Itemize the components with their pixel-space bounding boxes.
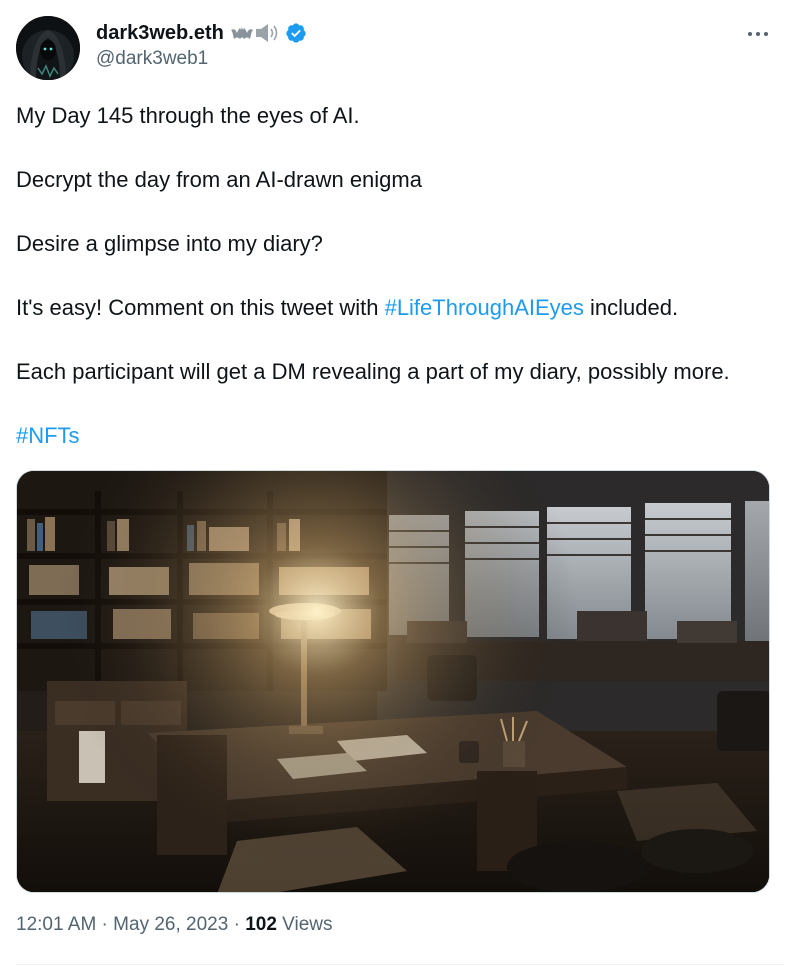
views-count: 102 (245, 914, 277, 935)
hashtag-nfts[interactable]: #NFTs (16, 423, 80, 448)
views-label: Views (276, 914, 333, 935)
display-name[interactable]: dark3web.eth (96, 22, 224, 45)
name-emoji (230, 23, 281, 43)
tweet-date[interactable]: May 26, 2023 (113, 914, 228, 935)
verified-badge-icon[interactable] (285, 22, 307, 44)
avatar[interactable] (16, 16, 80, 80)
tweet-card: dark3web.eth @dark3web1 My Day 145 throu… (0, 0, 800, 970)
tweet-image[interactable] (16, 470, 770, 893)
name-row: dark3web.eth (96, 20, 307, 46)
tweet-meta: 12:01 AM · May 26, 2023 · 102 Views (16, 914, 333, 936)
meta-separator-1: · (96, 914, 114, 935)
tweet-line-4-after: included. (583, 295, 679, 320)
tweet-time[interactable]: 12:01 AM (16, 914, 96, 935)
bat-icon (230, 27, 253, 39)
tweet-line-2: Decrypt the day from an AI-drawn enigma (16, 167, 422, 192)
tweet-line-1: My Day 145 through the eyes of AI. (16, 103, 360, 128)
handle[interactable]: @dark3web1 (96, 48, 307, 70)
meta-separator-2: · (228, 914, 246, 935)
hooded-figure-icon (16, 16, 80, 80)
tweet-text: My Day 145 through the eyes of AI. Decry… (16, 100, 786, 484)
tweet-line-5: Each participant will get a DM revealing… (16, 359, 730, 384)
more-horizontal-icon[interactable] (744, 24, 772, 44)
speaker-icon (255, 24, 278, 42)
tweet-line-4: It's easy! Comment on this tweet with #L… (16, 292, 786, 324)
office-scene-image (17, 471, 769, 892)
tweet-line-3: Desire a glimpse into my diary? (16, 231, 323, 256)
author-block: dark3web.eth @dark3web1 (96, 20, 307, 70)
hashtag-lifethroughaieyes[interactable]: #LifeThroughAIEyes (385, 295, 584, 320)
tweet-line-4-before: It's easy! Comment on this tweet with (16, 295, 385, 320)
divider (16, 964, 784, 965)
tweet-line-6: #NFTs (16, 420, 786, 452)
